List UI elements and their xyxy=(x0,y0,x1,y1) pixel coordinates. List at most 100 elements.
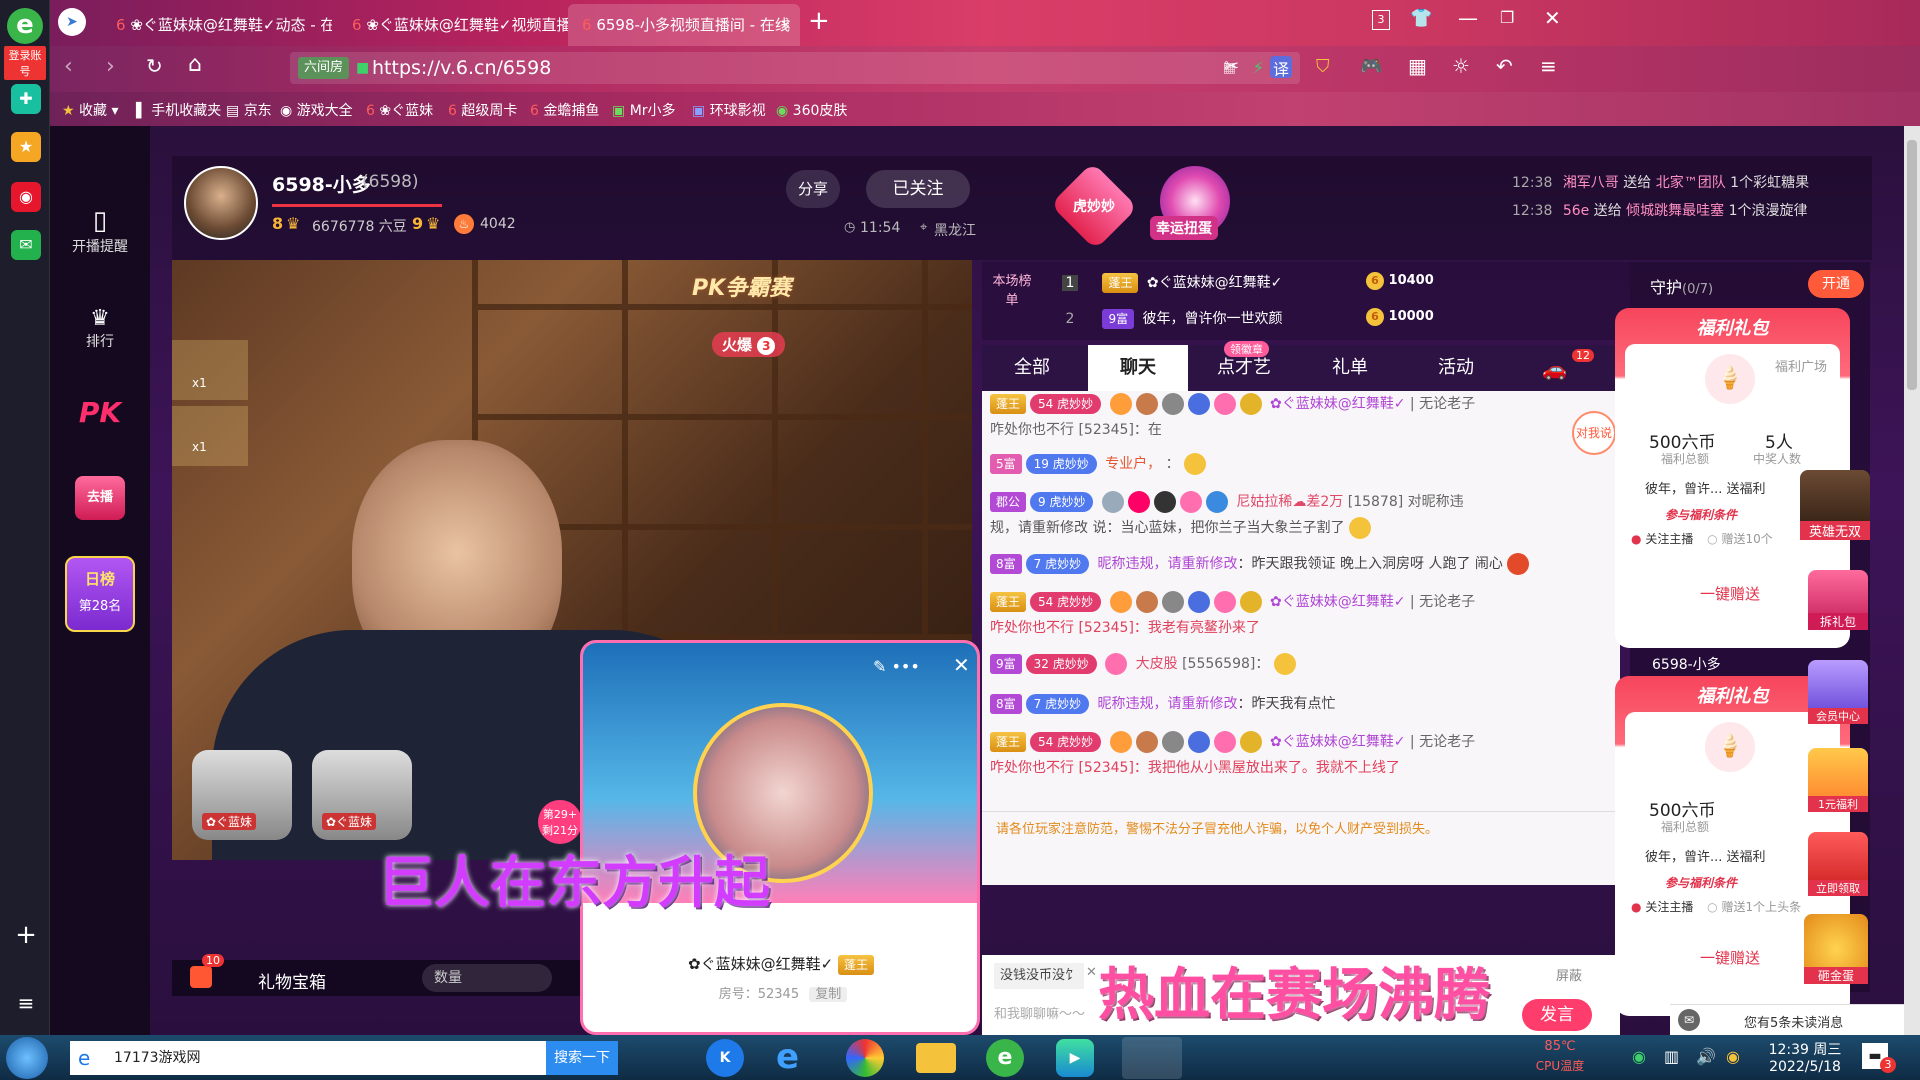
mail-icon[interactable]: ✉ xyxy=(11,230,41,260)
promo-member[interactable]: 会员中心 xyxy=(1808,660,1868,724)
tab-3[interactable]: 6 6598-小多视频直播间 - 在线 ✕ xyxy=(568,4,800,46)
copy-button[interactable]: 复制 xyxy=(809,987,848,1002)
user-name[interactable]: ✿ぐ蓝妹妹@红舞鞋✓ xyxy=(1270,734,1405,750)
plaza-link[interactable]: 福利广场 xyxy=(1775,356,1827,375)
bookmark-item[interactable]: ▌ 手机收藏夹 xyxy=(136,100,221,120)
close-window-icon[interactable]: ✕ xyxy=(1544,6,1561,30)
translate-icon[interactable]: 译 xyxy=(1270,56,1292,79)
go-live-button[interactable]: 去播 xyxy=(50,476,150,520)
star-icon[interactable]: ★ xyxy=(11,132,41,162)
home-icon[interactable]: ⌂ xyxy=(188,52,202,77)
tab-activity[interactable]: 活动 xyxy=(1406,345,1506,391)
pk-button[interactable]: PK xyxy=(50,396,150,429)
sun-icon[interactable]: ☼ xyxy=(1452,54,1470,78)
fan-rank-2[interactable]: x1 xyxy=(172,406,248,466)
bolt-icon[interactable]: ⚡ xyxy=(1253,52,1264,84)
browser-logo[interactable]: e 登录账号 xyxy=(4,4,46,80)
tab-2[interactable]: 6 ❀ぐ蓝妹妹@红舞鞋✓视频直播 xyxy=(338,4,568,46)
refresh-icon[interactable]: ↻ xyxy=(146,54,163,78)
game-icon[interactable]: 🎮 xyxy=(1360,56,1382,77)
chrome-icon[interactable] xyxy=(846,1039,884,1077)
bookmark-star[interactable]: ★ 收藏 ▾ xyxy=(62,100,119,120)
close-icon[interactable]: ✕ xyxy=(953,653,970,677)
player-icon[interactable]: ▶ xyxy=(1056,1039,1094,1077)
quantity-field[interactable]: 数量 xyxy=(422,964,552,992)
send-button[interactable]: 发言 xyxy=(1522,999,1592,1031)
user-name[interactable]: ✿ぐ蓝妹妹@红舞鞋✓ xyxy=(1270,594,1405,610)
restore-icon[interactable]: ❐ xyxy=(1500,8,1514,27)
app-icon[interactable]: ✚ xyxy=(11,84,41,114)
active-app[interactable] xyxy=(1122,1037,1182,1079)
k-app-icon[interactable]: K xyxy=(706,1039,744,1077)
gift-send-button[interactable]: 一键赠送 xyxy=(1655,576,1805,612)
new-tab-button[interactable]: + xyxy=(808,6,830,36)
promo-egg[interactable]: 砸金蛋 xyxy=(1804,914,1868,984)
ie-app-icon[interactable]: e xyxy=(776,1037,799,1077)
rank-button[interactable]: ♛ 排行 xyxy=(50,306,150,351)
volume-icon[interactable]: 🔊 xyxy=(1696,1047,1716,1066)
tab-chat[interactable]: 聊天 xyxy=(1088,345,1188,391)
unread-bar[interactable]: ✉ 您有5条未读消息 xyxy=(1670,1004,1906,1035)
bookmark-item[interactable]: ▣ Mr小多 xyxy=(612,100,676,120)
seat-1[interactable]: ✿ぐ蓝妹 xyxy=(192,750,292,840)
gift-icon[interactable] xyxy=(190,966,212,988)
user-name[interactable]: 大皮股 xyxy=(1136,656,1178,672)
folder-icon[interactable] xyxy=(916,1043,956,1073)
talk-to-me-chip[interactable]: 对我说 xyxy=(1572,411,1616,455)
bookmark-item[interactable]: ◉ 游戏大全 xyxy=(280,100,353,120)
rank-row-2[interactable]: 2 9富 彼年，曾许你一世欢颜 xyxy=(1062,308,1283,329)
hot-badge[interactable]: 火爆 3 xyxy=(712,332,786,357)
avatar[interactable] xyxy=(184,166,258,240)
car-icon[interactable]: 🚗 xyxy=(1542,357,1567,381)
user-name[interactable]: 昵称违规，请重新修改 xyxy=(1098,696,1238,712)
follow-button[interactable]: 已关注 xyxy=(866,170,970,208)
user-name[interactable]: 尼姑拉稀☁差2万 xyxy=(1236,494,1343,510)
chat-input[interactable]: 和我聊聊嘛～～ xyxy=(994,1003,1085,1022)
tab-all[interactable]: 全部 xyxy=(982,345,1082,391)
forward-icon[interactable]: › xyxy=(106,54,115,79)
promo-hero[interactable]: 英雄无双 xyxy=(1800,470,1870,540)
tab-1[interactable]: 6 ❀ぐ蓝妹妹@红舞鞋✓动态 - 在 xyxy=(102,4,332,46)
seat-2[interactable]: ✿ぐ蓝妹 xyxy=(312,750,412,840)
page-scrollbar[interactable] xyxy=(1904,126,1920,1035)
promo-giftbox[interactable]: 拆礼包 xyxy=(1808,570,1868,630)
lucky-egg-label[interactable]: 幸运扭蛋 xyxy=(1150,216,1218,240)
grid-icon[interactable]: ▦ xyxy=(1408,54,1427,78)
search-button[interactable]: 搜索一下 xyxy=(546,1041,618,1075)
rank-title[interactable]: 本场榜单 xyxy=(992,270,1032,308)
add-icon[interactable]: + xyxy=(11,920,41,950)
remind-button[interactable]: ▯ 开播提醒 xyxy=(50,206,150,256)
fan-rank-1[interactable]: x1 xyxy=(172,340,248,400)
user-name[interactable]: 昵称违规，请重新修改 xyxy=(1098,556,1238,572)
menu-icon[interactable]: ≡ xyxy=(1540,54,1557,78)
user-name[interactable]: ✿ぐ蓝妹妹@红舞鞋✓ xyxy=(1270,396,1405,412)
close-chip-icon[interactable]: ✕ xyxy=(1086,965,1097,980)
undo-icon[interactable]: ↶ xyxy=(1496,54,1513,78)
back-icon[interactable]: ‹ xyxy=(64,54,73,79)
bookmark-item[interactable]: 6 超级周卡 xyxy=(448,100,517,120)
clock[interactable]: 12:39 周三 xyxy=(1760,1039,1850,1059)
minimize-icon[interactable]: — xyxy=(1458,6,1478,30)
tray-icon-2[interactable]: ◉ xyxy=(1726,1047,1740,1066)
login-label[interactable]: 登录账号 xyxy=(4,46,46,80)
bookmark-item[interactable]: 6 ❀ぐ蓝妹 xyxy=(366,100,433,120)
daily-rank-card[interactable]: 日榜 第28名 xyxy=(50,556,150,632)
rank-row-1[interactable]: 1 蓬王 ✿ぐ蓝妹妹@红舞鞋✓ xyxy=(1062,272,1282,293)
share-button[interactable]: 分享 xyxy=(786,170,840,208)
menu-icon[interactable]: ≡ xyxy=(11,988,41,1018)
taskbar-search[interactable]: e 17173游戏网 搜索一下 xyxy=(70,1041,618,1075)
more-icon[interactable]: ✎ ••• xyxy=(873,657,920,676)
scroll-thumb[interactable] xyxy=(1907,140,1917,390)
tray-icon-1[interactable]: ◉ xyxy=(1632,1047,1646,1066)
user-name[interactable]: 专业户， xyxy=(1105,456,1161,472)
nav-arrow-icon[interactable]: ➤ xyxy=(58,8,86,36)
bookmark-item[interactable]: ◉ 360皮肤 xyxy=(776,100,847,120)
guard-open-button[interactable]: 开通 xyxy=(1808,270,1864,298)
bookmark-item[interactable]: 6 金蟾捕鱼 xyxy=(530,100,599,120)
chat-list[interactable]: 蓬王 54 虎妙妙 ✿ぐ蓝妹妹@红舞鞋✓ | 无论老子 咋处你也不行 [52345… xyxy=(982,391,1620,885)
bookmark-item[interactable]: ▤ 京东 xyxy=(226,100,272,120)
start-button[interactable] xyxy=(6,1037,48,1079)
shirt-icon[interactable]: 👕 xyxy=(1410,8,1432,29)
tab-gifts[interactable]: 礼单 xyxy=(1300,345,1400,391)
bookmark-item[interactable]: ▣ 环球影视 xyxy=(692,100,766,120)
